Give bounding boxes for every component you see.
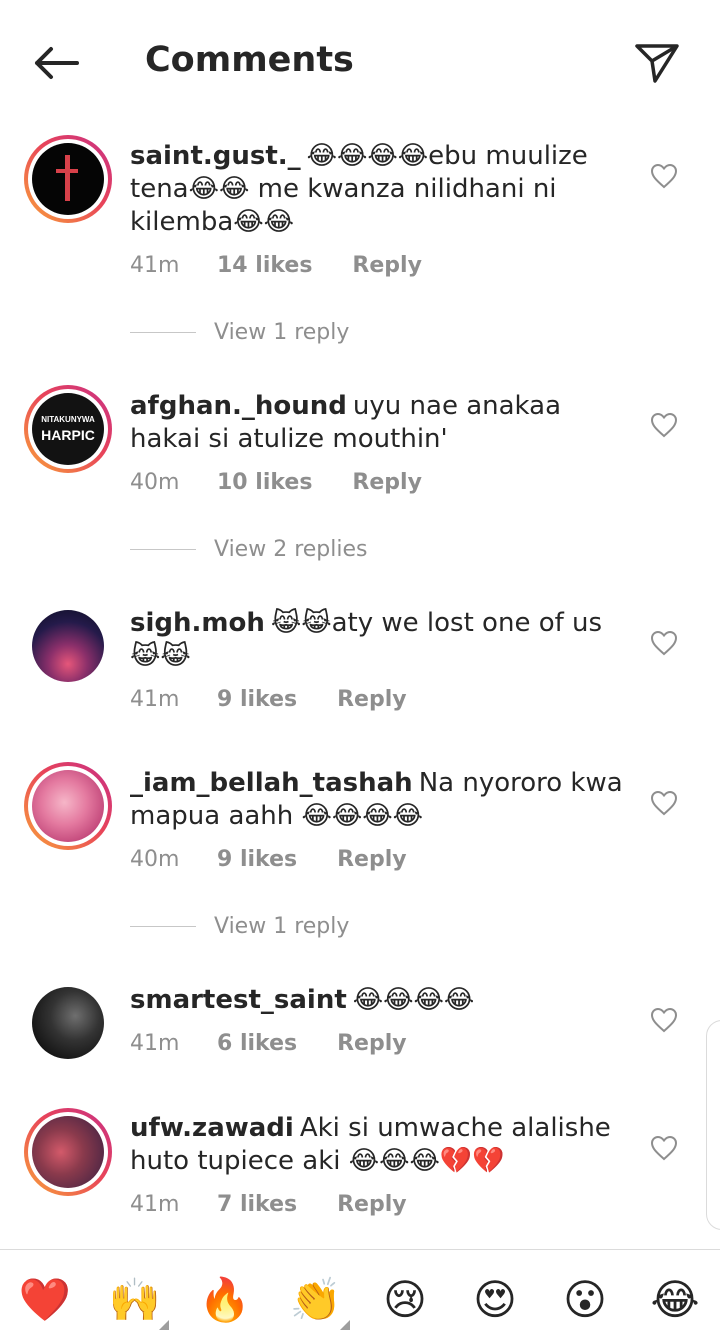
fire-emoji-button[interactable]: 🔥	[197, 1274, 253, 1326]
crying-emoji-button[interactable]: 😢	[377, 1274, 433, 1326]
divider-line	[130, 332, 196, 333]
heart-icon[interactable]	[650, 412, 678, 438]
laughing-emoji-button[interactable]: 😂	[647, 1274, 703, 1326]
comment-likes[interactable]: 9 likes	[217, 687, 297, 712]
comment-text: smartest_saint 😂😂😂😂	[130, 984, 628, 1017]
comment-username[interactable]: smartest_saint	[130, 985, 347, 1015]
divider-line	[130, 926, 196, 927]
clapping-emoji: 👏	[289, 1275, 343, 1324]
heart-icon[interactable]	[650, 1135, 678, 1161]
comment-time: 41m	[130, 1031, 180, 1056]
heart-icon[interactable]	[650, 163, 678, 189]
raised-hands-emoji: 🙌	[108, 1275, 162, 1324]
comment-username[interactable]: afghan._hound	[130, 391, 347, 421]
view-replies-label: View 2 replies	[214, 537, 368, 562]
comment-username[interactable]: _iam_bellah_tashah	[130, 768, 413, 798]
reply-button[interactable]: Reply	[337, 847, 407, 872]
comment-text: saint.gust._ 😂😂😂😂ebu muulize tena😂😂 me kw…	[130, 140, 628, 239]
comment-likes[interactable]: 6 likes	[217, 1031, 297, 1056]
avatar[interactable]: NITAKUNYWA HARPIC	[24, 385, 112, 473]
emoji-quick-bar: ❤️ 🙌 🔥 👏 😢 😍 😮 😂	[0, 1249, 720, 1341]
heart-icon[interactable]	[650, 1007, 678, 1033]
top-bar: Comments	[0, 0, 720, 124]
view-replies-label: View 1 reply	[214, 320, 350, 345]
comment-time: 41m	[130, 687, 180, 712]
comment-text: afghan._hound uyu nae anakaa hakai si atu…	[130, 390, 628, 456]
comment-username[interactable]: ufw.zawadi	[130, 1113, 294, 1143]
heart-icon[interactable]	[650, 790, 678, 816]
share-button[interactable]	[628, 36, 686, 90]
page-title: Comments	[145, 40, 354, 80]
comment-likes[interactable]: 10 likes	[217, 470, 312, 495]
arrow-left-icon	[35, 47, 79, 79]
comment-body: 😂😂😂😂	[352, 985, 475, 1015]
avatar[interactable]	[24, 762, 112, 850]
heart-eyes-emoji-button[interactable]: 😍	[467, 1274, 523, 1326]
reply-button[interactable]: Reply	[337, 1031, 407, 1056]
scroll-handle[interactable]	[706, 1020, 720, 1230]
divider-line	[130, 549, 196, 550]
heart-emoji-button[interactable]: ❤️	[17, 1274, 73, 1326]
surprised-emoji-button[interactable]: 😮	[557, 1274, 613, 1326]
comment-username[interactable]: sigh.moh	[130, 608, 265, 638]
comment-text: ufw.zawadi Aki si umwache alalishe huto t…	[130, 1112, 628, 1178]
avatar[interactable]	[32, 610, 104, 682]
comment-likes[interactable]: 7 likes	[217, 1192, 297, 1217]
view-replies-label: View 1 reply	[214, 914, 350, 939]
comment-likes[interactable]: 9 likes	[217, 847, 297, 872]
paper-plane-icon	[635, 44, 679, 83]
avatar[interactable]	[24, 1108, 112, 1196]
comment-time: 41m	[130, 1192, 180, 1217]
avatar[interactable]	[32, 987, 104, 1059]
comment-text: sigh.moh 😹😹aty we lost one of us 😹😹	[130, 607, 628, 673]
avatar-caption-bottom: HARPIC	[41, 427, 95, 443]
view-replies-button[interactable]: View 2 replies	[130, 537, 367, 562]
skin-tone-indicator	[159, 1320, 169, 1330]
comment-time: 40m	[130, 847, 180, 872]
view-replies-button[interactable]: View 1 reply	[130, 914, 349, 939]
reply-button[interactable]: Reply	[337, 687, 407, 712]
view-replies-button[interactable]: View 1 reply	[130, 320, 349, 345]
comment-username[interactable]: saint.gust._	[130, 141, 301, 171]
comment-time: 41m	[130, 253, 180, 278]
avatar[interactable]	[24, 135, 112, 223]
skin-tone-indicator	[340, 1320, 350, 1330]
reply-button[interactable]: Reply	[337, 1192, 407, 1217]
heart-icon[interactable]	[650, 630, 678, 656]
reply-button[interactable]: Reply	[352, 470, 422, 495]
avatar-caption-top: NITAKUNYWA	[41, 415, 95, 424]
clapping-emoji-button[interactable]: 👏	[288, 1274, 350, 1330]
cross-avatar-image	[56, 155, 78, 201]
back-button[interactable]	[28, 38, 84, 88]
comment-time: 40m	[130, 470, 180, 495]
raised-hands-emoji-button[interactable]: 🙌	[107, 1274, 169, 1330]
comment-text: _iam_bellah_tashah Na nyororo kwa mapua a…	[130, 767, 628, 833]
comment-likes[interactable]: 14 likes	[217, 253, 312, 278]
reply-button[interactable]: Reply	[352, 253, 422, 278]
